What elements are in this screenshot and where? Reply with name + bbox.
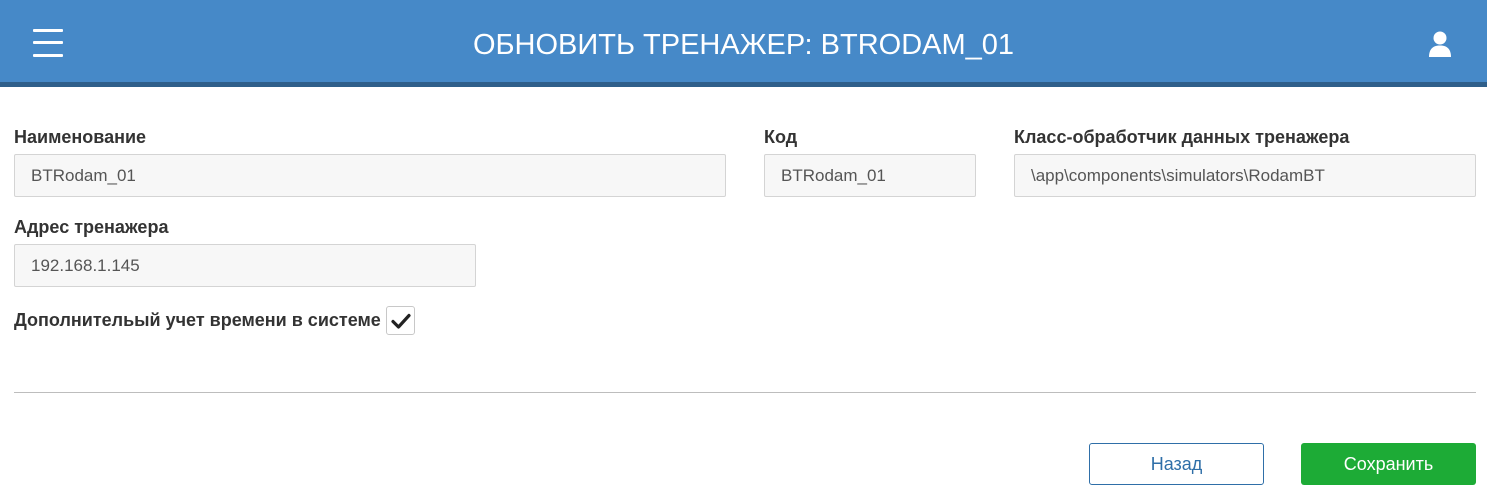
code-input[interactable] [764, 154, 976, 197]
handler-class-input[interactable] [1014, 154, 1476, 197]
code-label: Код [764, 127, 798, 147]
top-app-bar [0, 0, 1487, 82]
extra-time-tracking-checkbox[interactable] [386, 306, 415, 335]
address-input[interactable] [14, 244, 476, 287]
address-label: Адрес тренажера [14, 217, 169, 237]
extra-time-tracking-label: Дополнительый учет времени в системе [14, 310, 381, 330]
name-label: Наименование [14, 127, 147, 147]
name-input[interactable] [14, 154, 726, 197]
checkmark-icon [391, 313, 411, 329]
save-button[interactable]: Сохранить [1301, 443, 1476, 485]
app-bar-bottom-border [0, 82, 1487, 87]
user-icon[interactable] [1428, 30, 1452, 58]
handler-class-label: Класс-обработчик данных тренажера [1014, 127, 1350, 147]
back-button[interactable]: Назад [1089, 443, 1264, 485]
form-divider [14, 392, 1476, 393]
hamburger-menu-icon[interactable] [33, 29, 63, 57]
